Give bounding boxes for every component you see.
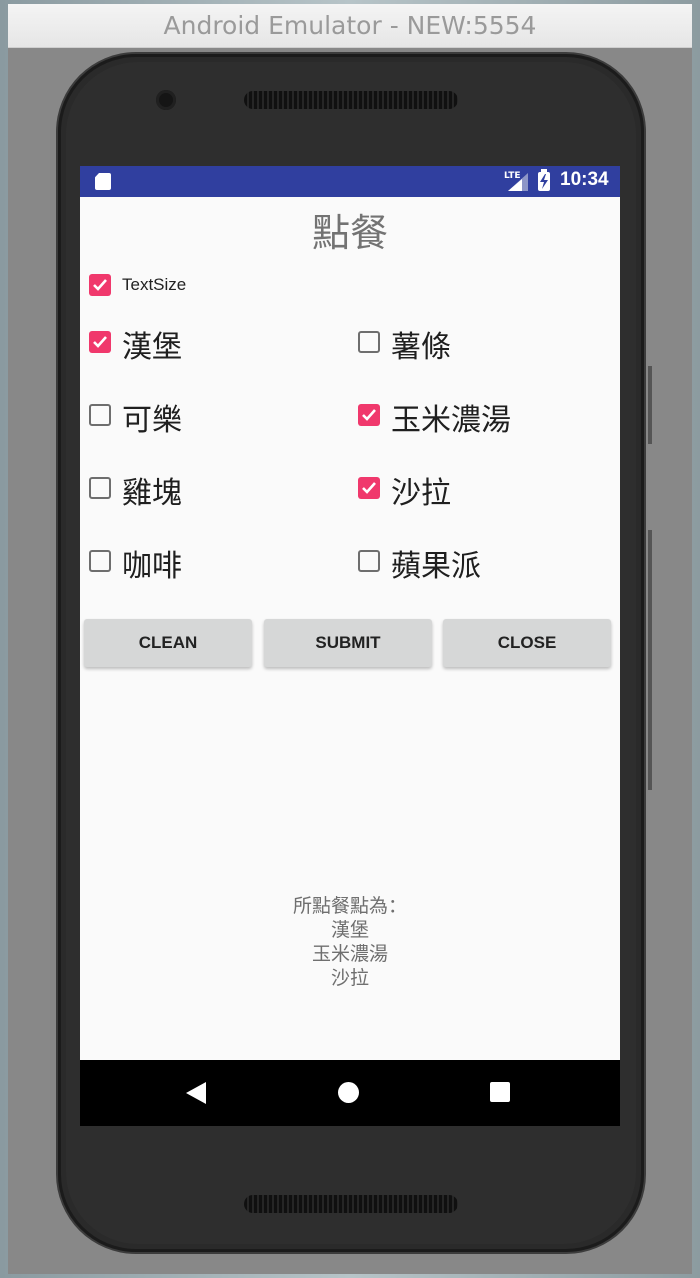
item-checkbox-nuggets[interactable] — [89, 477, 111, 499]
status-bar: LTE 10:34 — [80, 166, 620, 197]
close-button[interactable]: CLOSE — [443, 619, 611, 667]
volume-button[interactable] — [648, 366, 652, 444]
back-triangle-icon[interactable] — [186, 1082, 206, 1104]
item-checkbox-corn-soup[interactable] — [358, 404, 380, 426]
home-circle-icon[interactable] — [338, 1082, 359, 1103]
item-checkbox-coffee[interactable] — [89, 550, 111, 572]
charging-bolt-icon — [540, 174, 548, 189]
item-label-corn-soup[interactable]: 玉米濃湯 — [391, 395, 511, 439]
item-checkbox-hamburger[interactable] — [89, 331, 111, 353]
checkmark-icon — [362, 482, 376, 494]
front-camera — [156, 90, 176, 110]
order-result-line: 玉米濃湯 — [311, 943, 388, 965]
checkmark-icon — [93, 279, 107, 291]
sd-card-icon — [95, 173, 111, 190]
item-checkbox-fries[interactable] — [358, 331, 380, 353]
item-label-coffee[interactable]: 咖啡 — [122, 541, 182, 585]
item-checkbox-cola[interactable] — [89, 404, 111, 426]
item-label-salad[interactable]: 沙拉 — [391, 468, 451, 512]
item-checkbox-salad[interactable] — [358, 477, 380, 499]
checkmark-icon — [362, 409, 376, 421]
navigation-bar — [80, 1060, 620, 1126]
textsize-checkbox[interactable] — [89, 274, 111, 296]
signal-icon — [508, 173, 528, 191]
item-label-hamburger[interactable]: 漢堡 — [122, 322, 182, 366]
item-label-apple-pie[interactable]: 蘋果派 — [391, 541, 481, 585]
order-result-line: 漢堡 — [330, 919, 369, 941]
emulator-title-bar: Android Emulator - NEW:5554 — [8, 4, 692, 48]
recent-square-icon[interactable] — [490, 1082, 510, 1102]
order-result-heading: 所點餐點為： — [292, 895, 407, 917]
top-speaker-grille — [244, 91, 458, 109]
power-button[interactable] — [648, 530, 652, 790]
bottom-speaker-grille — [244, 1195, 458, 1213]
emulator-window-title: Android Emulator - NEW:5554 — [163, 11, 537, 40]
order-result: 所點餐點為： 漢堡 玉米濃湯 沙拉 — [80, 894, 620, 990]
page-title: 點餐 — [311, 211, 388, 255]
status-clock: 10:34 — [560, 169, 609, 190]
order-result-line: 沙拉 — [330, 967, 369, 989]
textsize-label[interactable]: TextSize — [122, 275, 186, 295]
checkmark-icon — [93, 336, 107, 348]
item-label-cola[interactable]: 可樂 — [122, 395, 182, 439]
submit-button[interactable]: SUBMIT — [264, 619, 432, 667]
device-screen: LTE 10:34 點餐 TextSize 漢堡 薯條 可樂 玉米濃湯 雞塊 沙… — [80, 166, 620, 1126]
item-checkbox-apple-pie[interactable] — [358, 550, 380, 572]
clean-button[interactable]: CLEAN — [84, 619, 252, 667]
item-label-nuggets[interactable]: 雞塊 — [122, 468, 182, 512]
item-label-fries[interactable]: 薯條 — [391, 322, 451, 366]
